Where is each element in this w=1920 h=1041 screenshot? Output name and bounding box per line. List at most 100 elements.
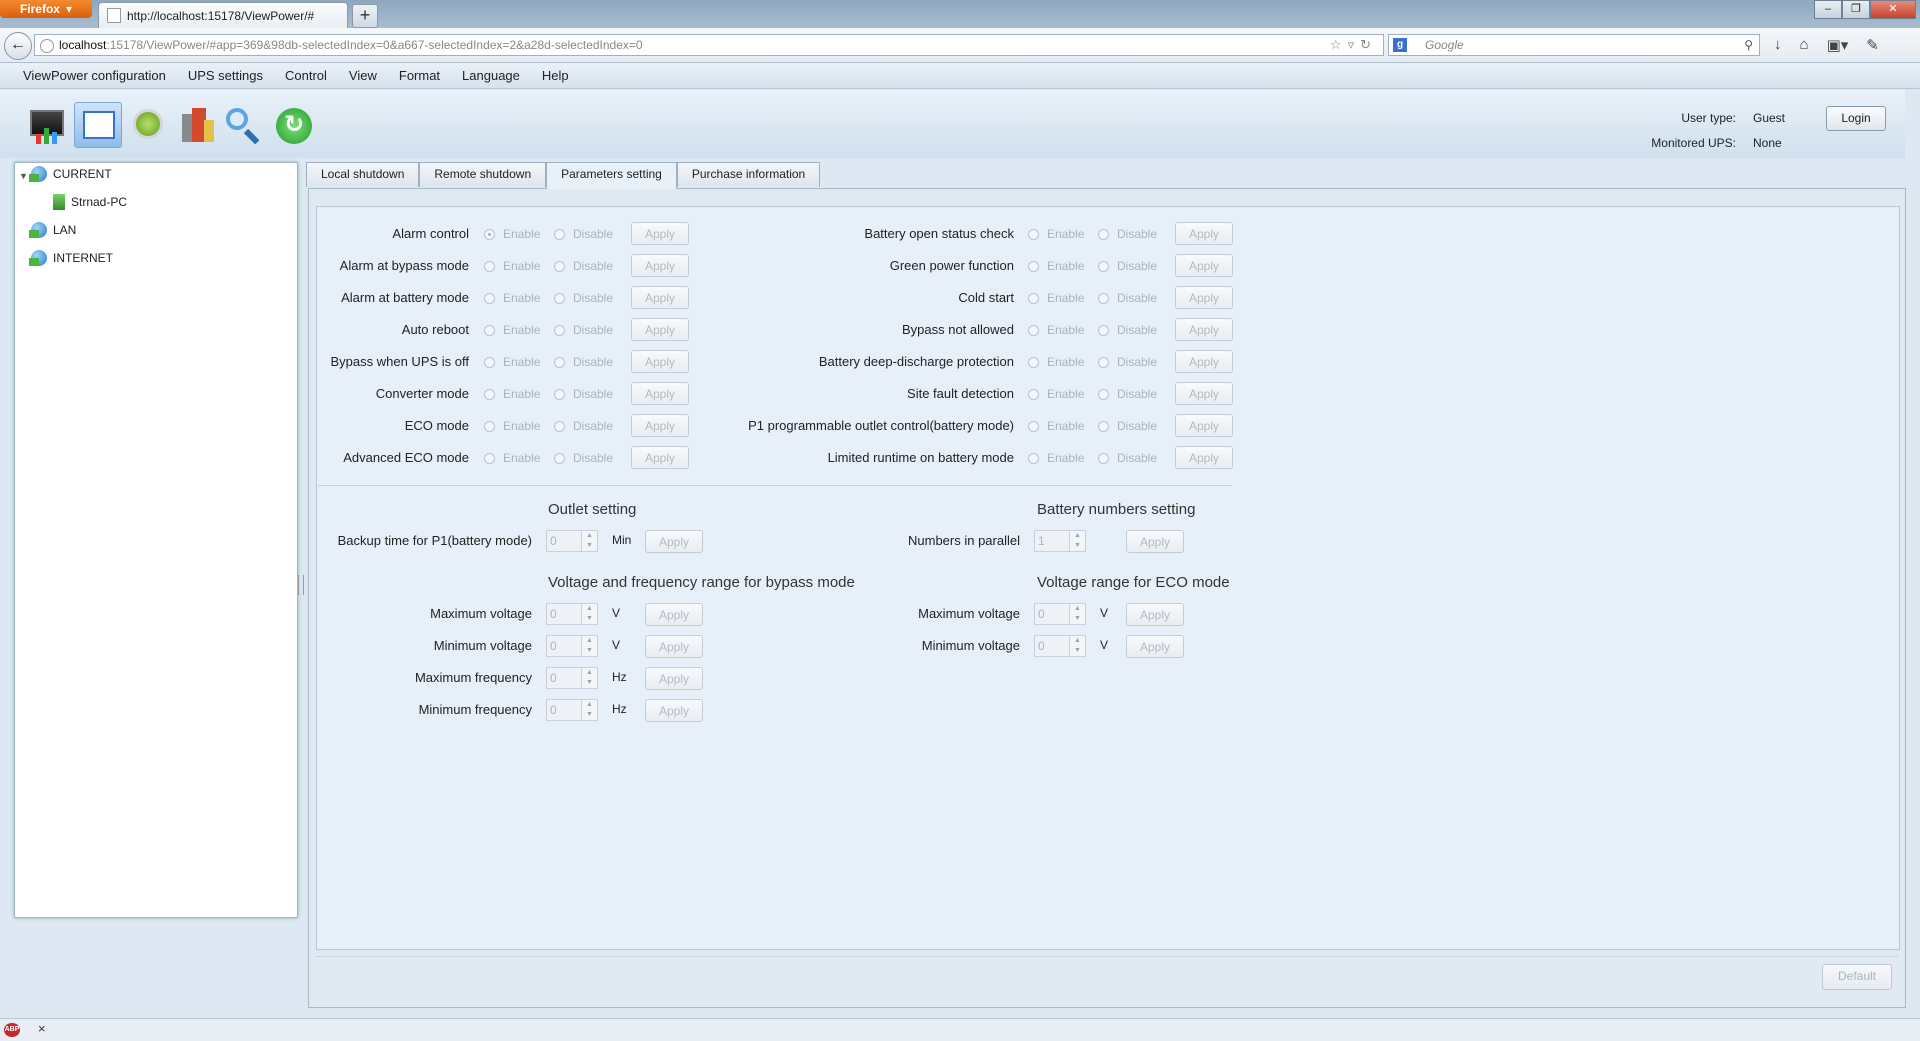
refresh-icon[interactable]: ↻ [274,106,312,144]
downloads-icon[interactable]: ↓ [1774,36,1782,54]
alarm-control-apply-button[interactable]: Apply [631,222,689,245]
eco-mode-apply-button[interactable]: Apply [631,414,689,437]
green-power-function-enable-radio[interactable]: Enable [1028,259,1084,273]
backup-time-stepper[interactable]: 0 ▲ ▼ [546,530,601,552]
tree-item-pc[interactable]: Strnad-PC [53,194,127,210]
menu-help[interactable]: Help [531,68,580,83]
battery-open-status-check-apply-button[interactable]: Apply [1175,222,1233,245]
green-power-function-apply-button[interactable]: Apply [1175,254,1233,277]
bypass-when-ups-is-off-disable-radio[interactable]: Disable [554,355,613,369]
advanced-eco-mode-disable-radio[interactable]: Disable [554,451,613,465]
monitor-icon[interactable] [28,106,66,144]
configuration-icon[interactable] [74,102,122,148]
limited-runtime-on-battery-mode-enable-radio[interactable]: Enable [1028,451,1084,465]
menu-view[interactable]: View [338,68,388,83]
bypass-min-voltage-stepper[interactable]: 0 ▲ ▼ [546,635,601,657]
battery-open-status-check-enable-radio[interactable]: Enable [1028,227,1084,241]
alarm-at-battery-mode-disable-radio[interactable]: Disable [554,291,613,305]
bypass-max-voltage-stepper[interactable]: 0 ▲ ▼ [546,603,601,625]
search-icon[interactable]: ⚲ [1744,35,1753,55]
eco-mode-enable-radio[interactable]: Enable [484,419,540,433]
gear-icon[interactable] [130,106,168,144]
minimize-button[interactable]: – [1814,0,1842,19]
eco-min-voltage-apply-button[interactable]: Apply [1126,635,1184,658]
eco-max-voltage-stepper[interactable]: 0 ▲ ▼ [1034,603,1089,625]
history-dropdown-icon[interactable]: ▿ [1348,37,1361,52]
alarm-control-disable-radio[interactable]: Disable [554,227,613,241]
eco-min-voltage-stepper[interactable]: 0 ▲ ▼ [1034,635,1089,657]
limited-runtime-on-battery-mode-disable-radio[interactable]: Disable [1098,451,1157,465]
bypass-when-ups-is-off-enable-radio[interactable]: Enable [484,355,540,369]
alarm-at-battery-mode-enable-radio[interactable]: Enable [484,291,540,305]
bypass-not-allowed-disable-radio[interactable]: Disable [1098,323,1157,337]
adblock-icon[interactable]: ABP [4,1023,20,1037]
battery-deep-discharge-protection-apply-button[interactable]: Apply [1175,350,1233,373]
reload-icon[interactable]: ↻ [1360,37,1377,52]
url-bar[interactable]: localhost:15178/ViewPower/#app=369&98db-… [34,34,1384,56]
green-power-function-disable-radio[interactable]: Disable [1098,259,1157,273]
menu-control[interactable]: Control [274,68,338,83]
limited-runtime-on-battery-mode-apply-button[interactable]: Apply [1175,446,1233,469]
battery-open-status-check-disable-radio[interactable]: Disable [1098,227,1157,241]
eco-max-voltage-apply-button[interactable]: Apply [1126,603,1184,626]
battery-deep-discharge-protection-disable-radio[interactable]: Disable [1098,355,1157,369]
numbers-in-parallel-apply-button[interactable]: Apply [1126,530,1184,553]
converter-mode-enable-radio[interactable]: Enable [484,387,540,401]
bypass-when-ups-is-off-apply-button[interactable]: Apply [631,350,689,373]
back-button[interactable]: ← [4,32,32,60]
panel-splitter[interactable] [298,575,304,595]
cold-start-disable-radio[interactable]: Disable [1098,291,1157,305]
default-button[interactable]: Default [1822,964,1892,990]
cold-start-enable-radio[interactable]: Enable [1028,291,1084,305]
alarm-control-enable-radio[interactable]: Enable [484,227,540,241]
menu-language[interactable]: Language [451,68,531,83]
collapse-arrow-icon[interactable]: ▼ [19,171,28,181]
firefox-menu-button[interactable]: Firefox ▾ [0,0,92,18]
p1-programmable-outlet-control-battery-mode-disable-radio[interactable]: Disable [1098,419,1157,433]
cold-start-apply-button[interactable]: Apply [1175,286,1233,309]
p1-programmable-outlet-control-battery-mode-enable-radio[interactable]: Enable [1028,419,1084,433]
bypass-min-voltage-apply-button[interactable]: Apply [645,635,703,658]
tab-parameters-setting[interactable]: Parameters setting [546,162,677,189]
close-window-button[interactable]: ✕ [1870,0,1916,19]
menu-format[interactable]: Format [388,68,451,83]
eco-mode-disable-radio[interactable]: Disable [554,419,613,433]
search-bar[interactable]: g Google ⚲ [1388,34,1760,56]
google-search-engine-icon[interactable]: g [1393,38,1407,52]
site-fault-detection-disable-radio[interactable]: Disable [1098,387,1157,401]
bypass-max-voltage-apply-button[interactable]: Apply [645,603,703,626]
tools-icon[interactable]: ✎ [1866,36,1879,54]
site-fault-detection-apply-button[interactable]: Apply [1175,382,1233,405]
browser-tab[interactable]: http://localhost:15178/ViewPower/# [98,2,348,28]
advanced-eco-mode-enable-radio[interactable]: Enable [484,451,540,465]
bypass-max-frequency-stepper[interactable]: 0 ▲ ▼ [546,667,601,689]
home-icon[interactable]: ⌂ [1800,36,1809,54]
alarm-at-battery-mode-apply-button[interactable]: Apply [631,286,689,309]
advanced-eco-mode-apply-button[interactable]: Apply [631,446,689,469]
tab-purchase-information[interactable]: Purchase information [676,162,821,187]
alarm-at-bypass-mode-enable-radio[interactable]: Enable [484,259,540,273]
bookmarks-menu-icon[interactable]: ▣▾ [1827,36,1849,54]
menu-viewpower-configuration[interactable]: ViewPower configuration [12,68,177,83]
tree-item-lan[interactable]: LAN [29,222,76,238]
bookmark-star-icon[interactable]: ☆ [1330,37,1348,52]
maximize-button[interactable]: ❐ [1842,0,1870,19]
site-fault-detection-enable-radio[interactable]: Enable [1028,387,1084,401]
battery-deep-discharge-protection-enable-radio[interactable]: Enable [1028,355,1084,369]
auto-reboot-apply-button[interactable]: Apply [631,318,689,341]
bypass-min-frequency-stepper[interactable]: 0 ▲ ▼ [546,699,601,721]
numbers-in-parallel-stepper[interactable]: 1 ▲ ▼ [1034,530,1089,552]
backup-time-apply-button[interactable]: Apply [645,530,703,553]
tree-item-internet[interactable]: INTERNET [29,250,113,266]
close-addon-bar-button[interactable]: × [38,1021,46,1036]
p1-programmable-outlet-control-battery-mode-apply-button[interactable]: Apply [1175,414,1233,437]
alarm-at-bypass-mode-apply-button[interactable]: Apply [631,254,689,277]
bypass-not-allowed-apply-button[interactable]: Apply [1175,318,1233,341]
tab-local-shutdown[interactable]: Local shutdown [306,162,420,187]
alarm-at-bypass-mode-disable-radio[interactable]: Disable [554,259,613,273]
new-tab-button[interactable]: + [352,4,378,28]
login-button[interactable]: Login [1826,106,1886,131]
bypass-not-allowed-enable-radio[interactable]: Enable [1028,323,1084,337]
bypass-min-frequency-apply-button[interactable]: Apply [645,699,703,722]
tab-remote-shutdown[interactable]: Remote shutdown [419,162,547,187]
